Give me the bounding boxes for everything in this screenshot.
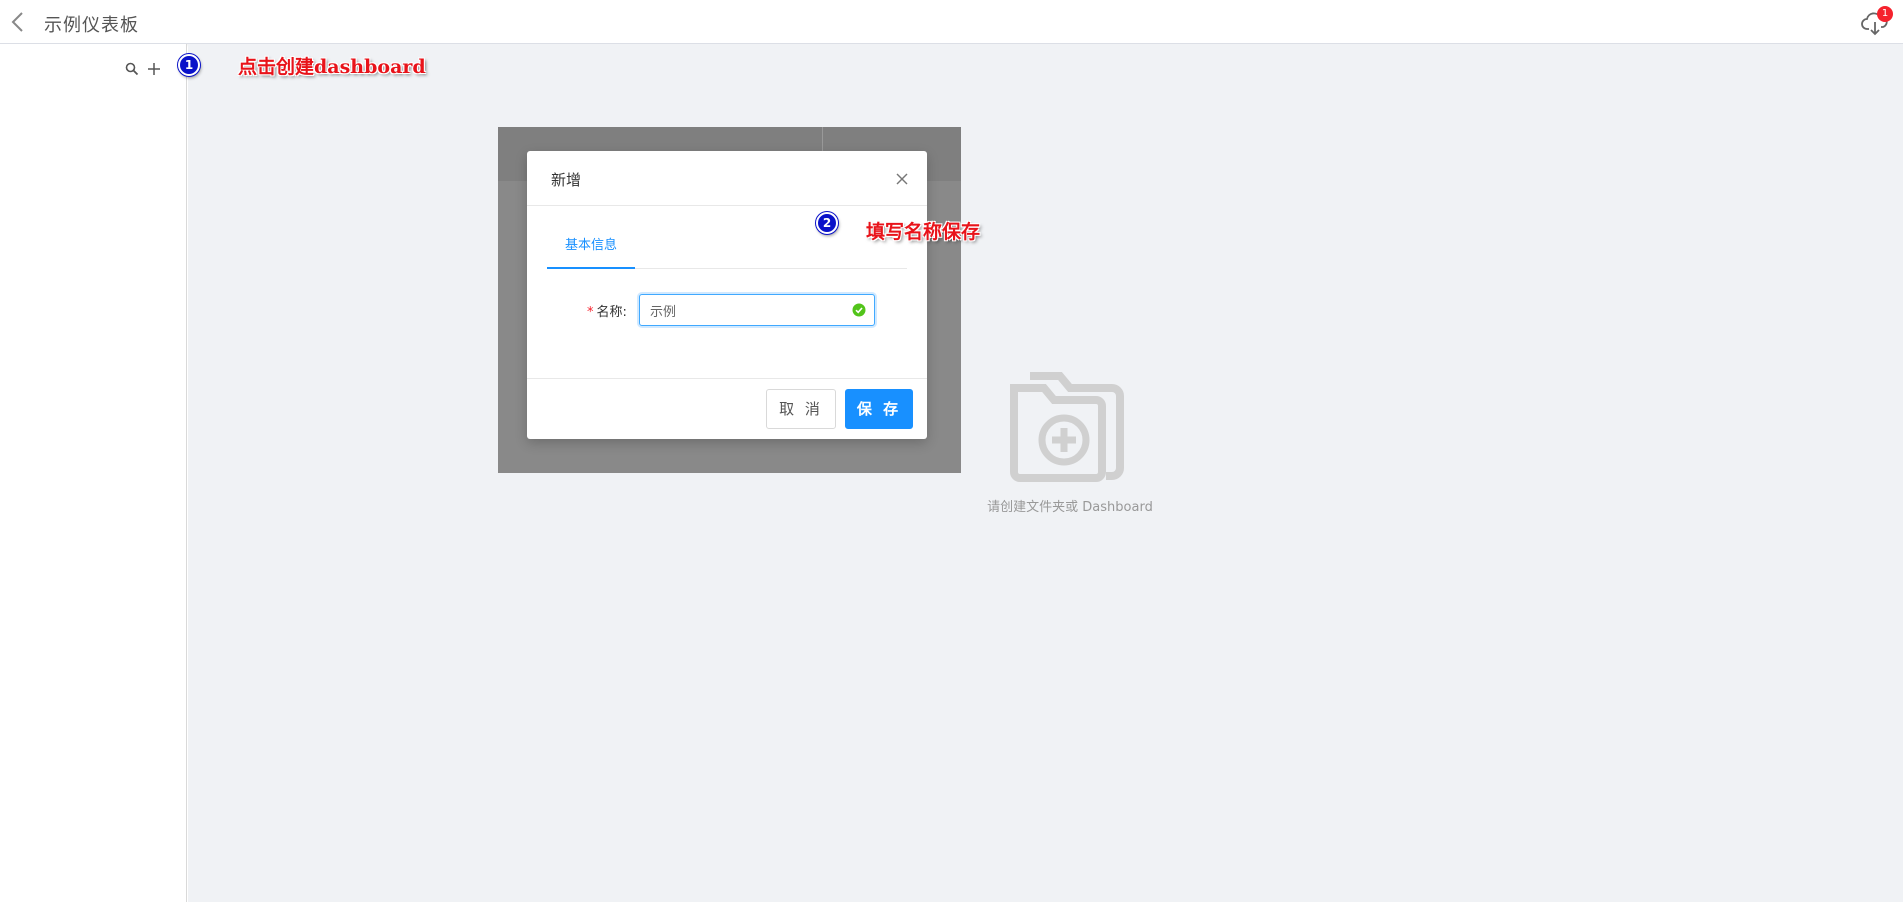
name-field-label: * 名称: (587, 301, 627, 320)
main-content: 请创建文件夹或 Dashboard (188, 44, 1903, 902)
add-button[interactable] (146, 61, 162, 77)
page-title: 示例仪表板 (44, 15, 139, 36)
search-button[interactable] (124, 61, 140, 77)
name-input[interactable] (650, 295, 850, 325)
modal-title: 新增 (551, 171, 582, 189)
sidebar (0, 44, 187, 902)
close-icon (896, 173, 908, 185)
embedded-screenshot: 新增 基本信息 *名称: 取 消 保 存 (498, 127, 961, 473)
modal-footer: 取 消 保 存 (527, 378, 927, 439)
search-icon (125, 62, 139, 76)
top-header: 示例仪表板 1 (0, 0, 1903, 44)
modal-close-button[interactable] (895, 171, 909, 185)
name-field[interactable] (639, 294, 875, 326)
required-mark: * (587, 305, 594, 320)
back-button[interactable] (8, 10, 28, 34)
notification-badge: 1 (1877, 6, 1893, 22)
modal-header: 新增 (527, 151, 927, 206)
annotation-step-2: 2 (816, 212, 838, 234)
empty-state (970, 360, 1170, 488)
modal-tabs: 基本信息 (547, 234, 907, 269)
annotation-text-2: 填写名称保存 (866, 221, 981, 243)
cloud-download-button[interactable]: 1 (1861, 6, 1893, 36)
annotation-text-1: 点击创建dashboard (238, 56, 426, 78)
chevron-left-icon (11, 12, 23, 32)
save-button[interactable]: 保 存 (845, 389, 913, 429)
check-circle-icon (852, 303, 866, 317)
empty-state-text: 请创建文件夹或 Dashboard (987, 500, 1153, 515)
annotation-step-1: 1 (178, 54, 200, 76)
folder-add-icon (1010, 372, 1124, 482)
create-modal: 新增 基本信息 *名称: 取 消 保 存 (527, 151, 927, 439)
cancel-button[interactable]: 取 消 (766, 389, 836, 429)
tab-basic-info[interactable]: 基本信息 (547, 234, 635, 269)
plus-icon (148, 63, 160, 75)
name-label-text: 名称: (596, 305, 627, 320)
